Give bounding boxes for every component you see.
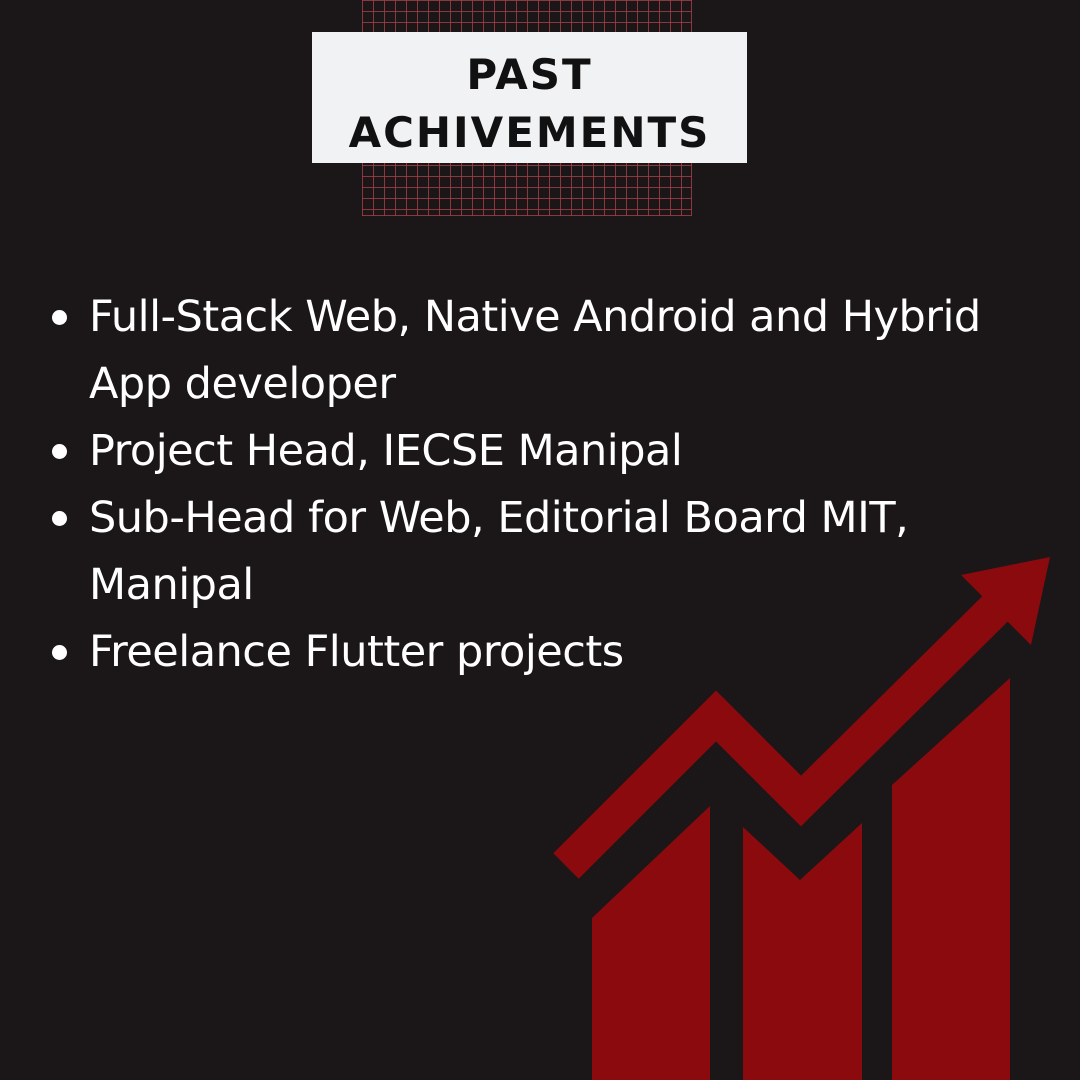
title-line-1: PAST [466, 50, 593, 99]
list-item: Project Head, IECSE Manipal [50, 418, 1060, 485]
chart-bar-right [892, 678, 1010, 1080]
achievement-text: Project Head, IECSE Manipal [89, 426, 683, 476]
bullet-icon [52, 444, 67, 459]
chart-bar-middle [743, 823, 862, 1080]
achievement-text: Full-Stack Web, Native Android and Hybri… [89, 292, 981, 409]
achievements-list: Full-Stack Web, Native Android and Hybri… [50, 284, 1060, 686]
title-line-2: ACHIVEMENTS [348, 108, 711, 157]
list-item: Freelance Flutter projects [50, 619, 1060, 686]
title-box: PAST ACHIVEMENTS [312, 32, 747, 163]
chart-bar-left [592, 806, 710, 1080]
list-item: Sub-Head for Web, Editorial Board MIT, M… [50, 485, 1060, 619]
bullet-icon [52, 511, 67, 526]
bullet-icon [52, 645, 67, 660]
achievement-text: Freelance Flutter projects [89, 627, 624, 677]
achievement-text: Sub-Head for Web, Editorial Board MIT, M… [89, 493, 909, 610]
bullet-icon [52, 310, 67, 325]
list-item: Full-Stack Web, Native Android and Hybri… [50, 284, 1060, 418]
